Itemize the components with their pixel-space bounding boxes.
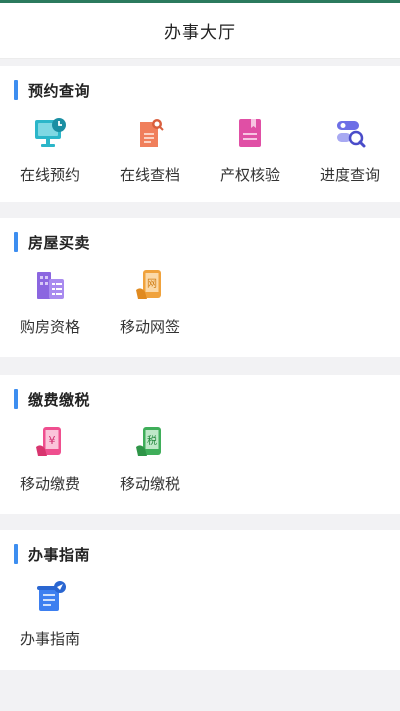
page-title: 办事大厅 xyxy=(164,23,236,43)
monitor-clock-icon xyxy=(35,118,66,147)
section-fees-taxes: 缴费缴税 ¥ 移动缴费 税 移动缴税 xyxy=(0,375,400,514)
section-title: 预约查询 xyxy=(28,81,91,100)
item-label: 购房资格 xyxy=(19,318,80,336)
app-header: 办事大厅 xyxy=(0,3,400,59)
item-label: 移动网签 xyxy=(119,318,180,336)
bookmark-document-icon xyxy=(239,119,261,147)
item-label: 办事指南 xyxy=(19,630,80,648)
section-service-guide: 办事指南 办事指南 xyxy=(0,530,400,670)
section-header: 办事指南 xyxy=(14,544,90,564)
item-label: 移动缴税 xyxy=(119,475,180,493)
purchase-qualification-button[interactable]: 购房资格 xyxy=(0,268,100,348)
phone-tax-icon: 税 xyxy=(136,427,161,456)
section-title: 缴费缴税 xyxy=(28,390,91,409)
progress-search-icon xyxy=(337,121,366,148)
online-appointment-button[interactable]: 在线预约 xyxy=(0,116,100,196)
phone-sign-icon: 网 xyxy=(136,270,161,299)
section-header: 房屋买卖 xyxy=(14,232,90,252)
yen-glyph: ¥ xyxy=(49,434,56,447)
property-verification-button[interactable]: 产权核验 xyxy=(200,116,300,196)
net-glyph: 网 xyxy=(147,278,157,290)
section-accent-bar xyxy=(14,80,18,100)
section-house-trade: 房屋买卖 购房资格 网 移动网签 xyxy=(0,218,400,357)
section-accent-bar xyxy=(14,232,18,252)
mobile-online-sign-button[interactable]: 网 移动网签 xyxy=(100,268,200,348)
section-accent-bar xyxy=(14,544,18,564)
item-label: 在线预约 xyxy=(19,166,80,184)
item-label: 在线查档 xyxy=(119,166,180,184)
building-checklist-icon xyxy=(37,272,64,299)
mobile-fee-payment-button[interactable]: ¥ 移动缴费 xyxy=(0,425,100,505)
guide-book-icon xyxy=(37,581,66,611)
mobile-tax-payment-button[interactable]: 税 移动缴税 xyxy=(100,425,200,505)
section-title: 办事指南 xyxy=(28,545,91,564)
item-label: 移动缴费 xyxy=(19,475,80,493)
page-bottom-space xyxy=(0,670,400,711)
section-header: 预约查询 xyxy=(14,80,90,100)
item-label: 产权核验 xyxy=(219,166,280,184)
service-guide-button[interactable]: 办事指南 xyxy=(0,580,100,660)
section-accent-bar xyxy=(14,389,18,409)
document-search-icon xyxy=(140,119,164,147)
item-label: 进度查询 xyxy=(319,166,380,184)
section-title: 房屋买卖 xyxy=(28,233,91,252)
progress-query-button[interactable]: 进度查询 xyxy=(300,116,400,196)
section-header: 缴费缴税 xyxy=(14,389,90,409)
online-archive-query-button[interactable]: 在线查档 xyxy=(100,116,200,196)
phone-yen-icon: ¥ xyxy=(36,427,61,456)
section-appointment-query: 预约查询 在线预约 在线查档 产权核验 进度查询 xyxy=(0,66,400,202)
tax-glyph: 税 xyxy=(147,434,157,447)
